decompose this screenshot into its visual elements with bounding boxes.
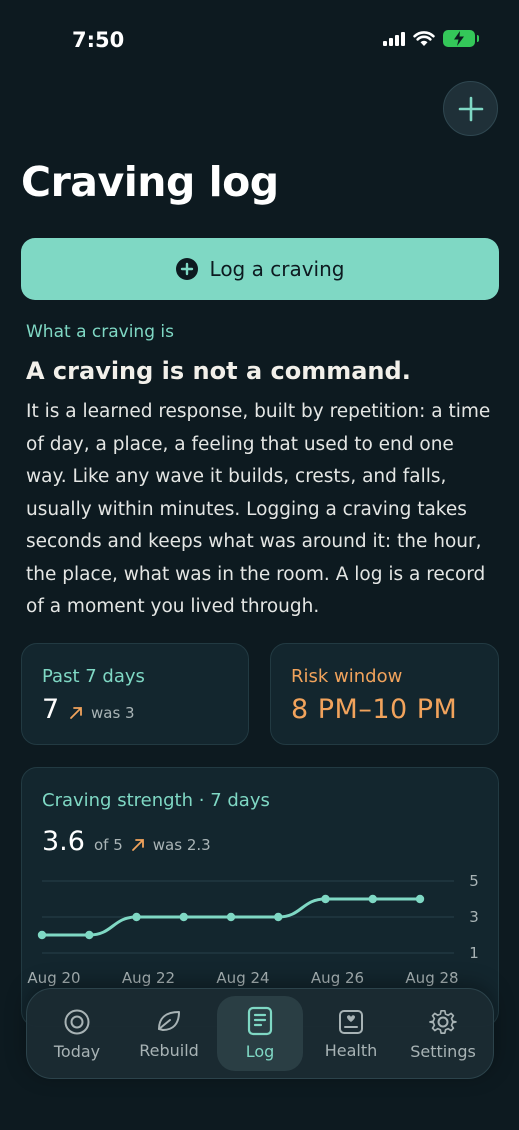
target-icon xyxy=(64,1009,90,1035)
battery-charging-icon xyxy=(443,30,479,47)
chart-was-label: was 2.3 xyxy=(152,836,211,854)
chart-x-tick-label: Aug 24 xyxy=(216,969,269,987)
chart-y-tick-label: 1 xyxy=(469,944,479,962)
tab-settings[interactable]: Settings xyxy=(393,989,493,1080)
log-craving-label: Log a craving xyxy=(209,257,345,281)
info-body: It is a learned response, built by repet… xyxy=(26,401,491,617)
tab-today-label: Today xyxy=(53,1042,101,1061)
log-craving-button[interactable]: Log a craving xyxy=(21,238,499,300)
chart-title: Craving strength · 7 days xyxy=(42,790,270,811)
past-7-days-value: 7 xyxy=(42,694,60,725)
wifi-icon xyxy=(413,30,435,46)
past-7-days-was: was 3 xyxy=(91,704,135,722)
gear-icon xyxy=(429,1009,457,1034)
chart-point xyxy=(368,894,377,904)
tab-bar: Today Rebuild Log Health Settings xyxy=(26,988,494,1079)
tab-settings-label: Settings xyxy=(410,1042,476,1061)
tab-log-label: Log xyxy=(245,1042,275,1061)
chart-subline: of 5 was 2.3 xyxy=(94,836,211,854)
chart-point xyxy=(37,930,47,940)
tab-health[interactable]: Health xyxy=(301,989,401,1080)
health-card-icon xyxy=(339,1010,363,1034)
past-7-days-label: Past 7 days xyxy=(42,666,145,687)
plus-circle-icon xyxy=(175,258,198,280)
tab-rebuild[interactable]: Rebuild xyxy=(119,989,219,1080)
trend-up-icon xyxy=(70,707,82,719)
chart-x-tick-label: Aug 26 xyxy=(311,969,364,987)
chart-point xyxy=(415,894,425,904)
tab-health-label: Health xyxy=(324,1041,378,1060)
chart-y-tick-label: 5 xyxy=(469,872,479,890)
chart-point xyxy=(179,912,188,922)
chart-point xyxy=(132,912,141,922)
chart-average: 3.6 xyxy=(42,826,85,857)
risk-window-value: 8 PM–10 PM xyxy=(291,694,458,725)
signal-icon xyxy=(383,31,405,46)
document-icon xyxy=(247,1006,273,1036)
chart-point xyxy=(85,930,94,940)
info-heading: A craving is not a command. xyxy=(26,357,411,385)
chart-x-tick-label: Aug 20 xyxy=(27,969,80,987)
chart-x-tick-label: Aug 22 xyxy=(122,969,175,987)
leaf-icon xyxy=(158,1011,180,1031)
chart-point xyxy=(274,912,283,922)
chart-y-tick-label: 3 xyxy=(469,908,479,926)
risk-window-card[interactable]: Risk window 8 PM–10 PM xyxy=(270,643,499,745)
page-title: Craving log xyxy=(21,158,279,206)
tab-today[interactable]: Today xyxy=(27,989,127,1080)
tab-log[interactable]: Log xyxy=(210,989,310,1080)
status-time: 7:50 xyxy=(72,28,125,52)
chart-point xyxy=(226,912,236,922)
chart-of-label: of 5 xyxy=(94,836,123,854)
status-icons xyxy=(383,30,479,47)
past-7-days-card[interactable]: Past 7 days 7 was 3 xyxy=(21,643,249,745)
trend-up-icon xyxy=(131,839,144,851)
tab-rebuild-label: Rebuild xyxy=(139,1041,199,1060)
past-7-days-trend: was 3 xyxy=(69,704,135,722)
add-button[interactable] xyxy=(443,81,498,136)
plus-icon xyxy=(458,96,483,121)
chart-point xyxy=(321,894,330,904)
info-kicker: What a craving is xyxy=(26,322,174,342)
risk-window-label: Risk window xyxy=(291,666,403,687)
craving-log-screen: 7:50 Craving log Log a craving What a cr… xyxy=(0,0,519,1130)
chart-x-tick-label: Aug 28 xyxy=(405,969,458,987)
